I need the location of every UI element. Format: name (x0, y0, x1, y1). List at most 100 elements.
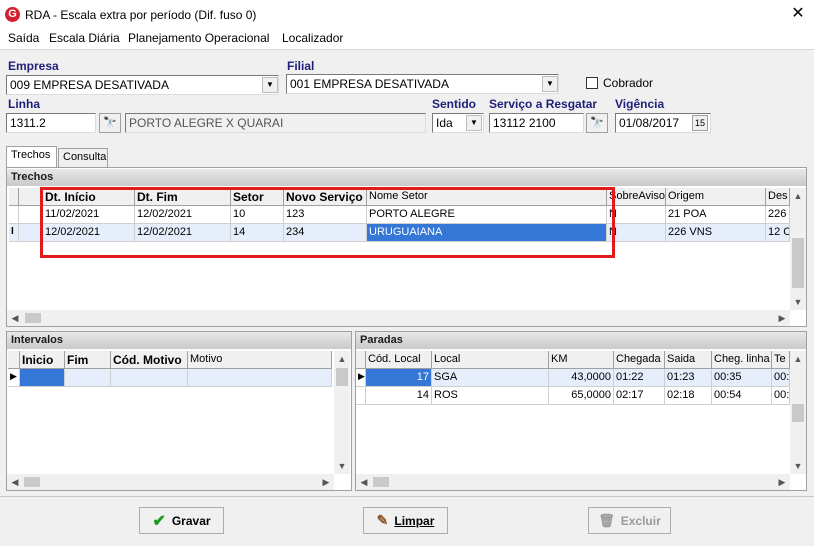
scroll-thumb[interactable] (373, 477, 389, 487)
sentido-chevron-down-icon[interactable]: ▼ (466, 115, 482, 131)
linha-input[interactable]: 1311.2 (6, 113, 96, 133)
scroll-up-icon[interactable]: ▲ (790, 351, 806, 367)
trash-icon: 🗑 (598, 512, 615, 528)
col-local[interactable]: Local (432, 351, 549, 369)
trechos-horizontal-scrollbar[interactable] (7, 310, 790, 326)
col-cod-motivo[interactable]: Cód. Motivo (111, 351, 188, 369)
col-cod-local[interactable]: Cód. Local (366, 351, 432, 369)
scroll-right-icon[interactable]: ▶ (318, 474, 334, 490)
sentido-label: Sentido (432, 97, 476, 111)
filial-label: Filial (287, 59, 315, 73)
table-cell[interactable]: 226 VNS (666, 224, 766, 242)
table-cell[interactable]: 226 (766, 206, 790, 224)
scroll-up-icon[interactable]: ▲ (334, 351, 350, 367)
scroll-left-icon[interactable]: ◀ (7, 474, 23, 490)
scroll-up-icon[interactable]: ▲ (790, 188, 806, 204)
menu-bar (0, 30, 814, 49)
menu-saida[interactable]: Saída (8, 31, 39, 45)
col-saida[interactable]: Saida (665, 351, 712, 369)
linha-label: Linha (8, 97, 40, 111)
intervalos-horizontal-scrollbar[interactable] (7, 474, 334, 490)
scroll-down-icon[interactable]: ▼ (790, 458, 806, 474)
menu-planejamento[interactable]: Planejamento Operacional (128, 31, 269, 45)
col-cheg-linha[interactable]: Cheg. linha (712, 351, 772, 369)
intervalos-indicator-header (8, 351, 20, 369)
empresa-chevron-down-icon[interactable]: ▼ (262, 77, 278, 93)
table-cell[interactable]: 14 (366, 387, 432, 405)
cobrador-label: Cobrador (603, 76, 654, 90)
table-cell[interactable]: 12 C (766, 224, 790, 242)
table-cell-selected[interactable] (20, 369, 65, 387)
row-pointer-icon: ▶ (8, 369, 20, 387)
table-cell[interactable]: 00: (772, 369, 790, 387)
filial-chevron-down-icon[interactable]: ▼ (542, 76, 558, 92)
calendar-icon[interactable]: 15 (692, 115, 708, 131)
table-cell[interactable]: ROS (432, 387, 549, 405)
col-sobreaviso[interactable]: SobreAviso (607, 188, 666, 206)
table-cell[interactable]: 00: (772, 387, 790, 405)
table-cell[interactable]: N (607, 206, 666, 224)
table-cell[interactable]: 21 POA (666, 206, 766, 224)
scroll-thumb[interactable] (792, 238, 804, 288)
scroll-down-icon[interactable]: ▼ (790, 294, 806, 310)
excluir-label: Excluir (620, 513, 661, 528)
col-destino[interactable]: Des (766, 188, 790, 206)
table-cell[interactable]: 00:35 (712, 369, 772, 387)
scroll-left-icon[interactable]: ◀ (356, 474, 372, 490)
vigencia-label: Vigência (615, 97, 665, 111)
excluir-button[interactable]: 🗑 Excluir (588, 507, 671, 534)
tab-consulta[interactable]: Consulta (58, 148, 108, 168)
scroll-thumb[interactable] (25, 313, 41, 323)
gravar-button[interactable]: ✔ Gravar (139, 507, 224, 534)
menu-escala-diaria[interactable]: Escala Diária (49, 31, 120, 45)
linha-description: PORTO ALEGRE X QUARAI (125, 113, 426, 133)
table-cell[interactable]: N (607, 224, 666, 242)
scroll-thumb[interactable] (24, 477, 40, 487)
empresa-label: Empresa (8, 59, 59, 73)
servico-input[interactable]: 13112 2100 (489, 113, 584, 133)
limpar-button[interactable]: ✎ Limpar (363, 507, 448, 534)
eraser-icon: ✎ (376, 512, 389, 528)
table-cell[interactable]: 00:54 (712, 387, 772, 405)
scroll-down-icon[interactable]: ▼ (334, 458, 350, 474)
tab-trechos[interactable]: Trechos (6, 146, 57, 168)
col-km[interactable]: KM (549, 351, 614, 369)
scroll-right-icon[interactable]: ▶ (774, 310, 790, 326)
empresa-select[interactable]: 009 EMPRESA DESATIVADA (6, 75, 279, 95)
servico-search-binoculars-icon[interactable]: 🔭 (586, 113, 608, 133)
table-cell[interactable]: 02:17 (614, 387, 665, 405)
intervalos-title: Intervalos (7, 332, 351, 349)
scroll-thumb[interactable] (336, 368, 348, 386)
paradas-horizontal-scrollbar[interactable] (356, 474, 790, 490)
table-cell[interactable] (111, 369, 188, 387)
col-chegada[interactable]: Chegada (614, 351, 665, 369)
linha-search-binoculars-icon[interactable]: 🔭 (99, 113, 121, 133)
cobrador-checkbox[interactable] (586, 77, 598, 89)
row-indicator (9, 206, 19, 224)
col-inicio[interactable]: Inicio (20, 351, 65, 369)
scroll-thumb[interactable] (792, 404, 804, 422)
table-cell[interactable]: 01:22 (614, 369, 665, 387)
table-cell[interactable]: 01:23 (665, 369, 712, 387)
table-cell[interactable] (188, 369, 332, 387)
filial-select[interactable]: 001 EMPRESA DESATIVADA (286, 74, 559, 94)
row-cursor-indicator: I (9, 224, 19, 242)
table-cell[interactable]: 02:18 (665, 387, 712, 405)
scroll-right-icon[interactable]: ▶ (774, 474, 790, 490)
table-cell[interactable] (65, 369, 111, 387)
table-cell[interactable]: SGA (432, 369, 549, 387)
table-cell[interactable]: 65,0000 (549, 387, 614, 405)
table-cell-selected[interactable]: 17 (366, 369, 432, 387)
col-motivo[interactable]: Motivo (188, 351, 332, 369)
col-fim[interactable]: Fim (65, 351, 111, 369)
scroll-left-icon[interactable]: ◀ (7, 310, 23, 326)
highlight-annotation (40, 187, 615, 258)
menu-localizador[interactable]: Localizador (282, 31, 343, 45)
table-cell[interactable]: 43,0000 (549, 369, 614, 387)
col-origem[interactable]: Origem (666, 188, 766, 206)
trechos-indicator-header (9, 188, 19, 206)
trechos-title: Trechos (7, 169, 806, 186)
close-icon[interactable]: ✕ (789, 4, 807, 24)
col-te[interactable]: Te (772, 351, 790, 369)
app-logo-icon: G (5, 7, 20, 22)
